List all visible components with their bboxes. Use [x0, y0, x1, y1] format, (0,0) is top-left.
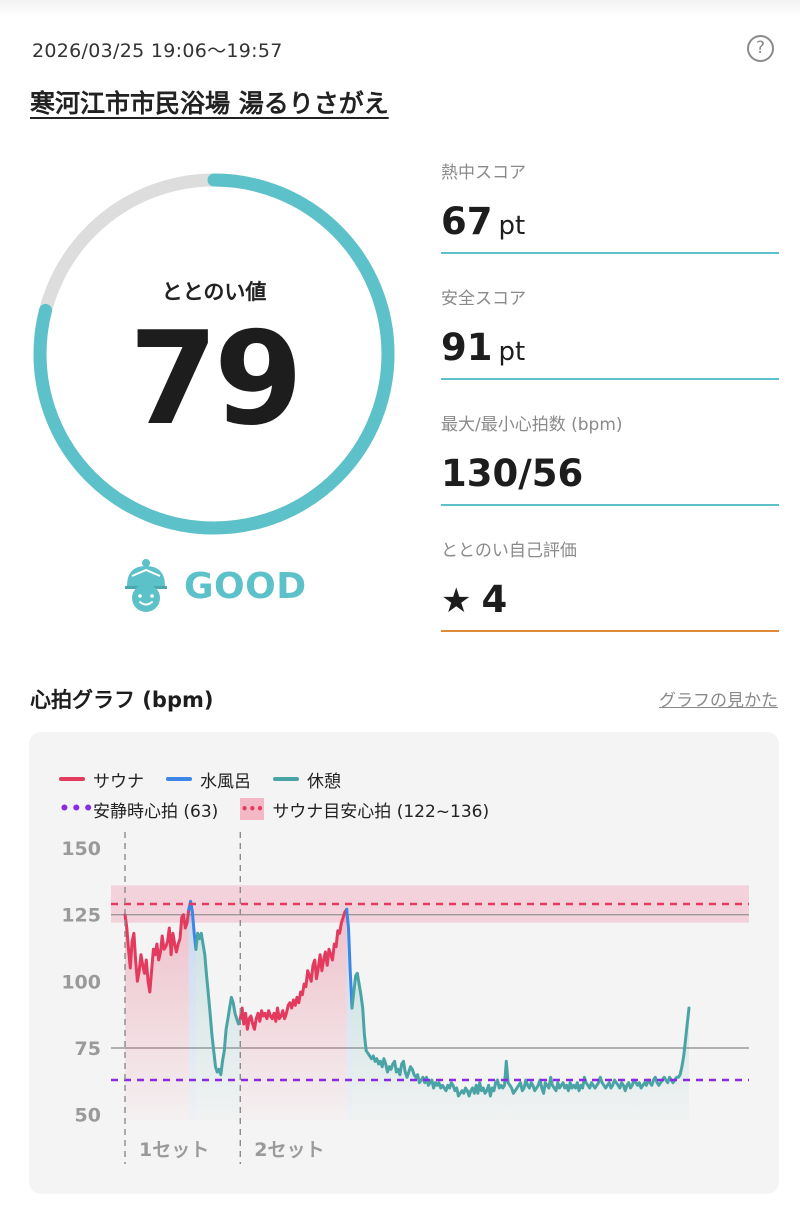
question-circle-icon[interactable]: ? [747, 35, 774, 62]
stat-label: ととのい自己評価 [441, 541, 577, 561]
y-tick-label: 75 [75, 1038, 101, 1060]
y-tick-label: 125 [61, 905, 101, 927]
legend-row: サウナ 水風呂 休憩 [59, 764, 511, 794]
totonoi-gauge: ととのい値 79 [26, 166, 402, 542]
sauna-hat-face-icon [125, 559, 167, 612]
heart-rate-chart-card: 50 75 100 125 150 1セット 2セット サウナ 水風呂 休憩 ••• 安静時心… [29, 732, 779, 1194]
top-shadow [0, 0, 800, 18]
stat-value: 67 pt [441, 200, 525, 243]
legend-label: 水風呂 [200, 771, 251, 792]
legend-swatch [59, 777, 85, 781]
chart-legend: サウナ 水風呂 休憩 ••• 安静時心拍 (63) ••• サウナ目安心拍 (122… [59, 764, 511, 824]
stat-number: 67 [441, 200, 493, 243]
stat-self-rating: ととのい自己評価 ★ 4 [441, 526, 779, 652]
legend-swatch [166, 777, 192, 781]
stat-safety-score: 安全スコア 91 pt [441, 274, 779, 400]
totonoi-label: ととのい値 [161, 280, 267, 304]
y-tick-label: 150 [61, 838, 101, 860]
legend-rest: 休憩 [273, 767, 341, 792]
star-icon: ★ [441, 581, 472, 621]
legend-sauna-target: ••• サウナ目安心拍 (122~136) [240, 797, 489, 822]
stat-divider [441, 504, 779, 506]
stat-heat-score: 熱中スコア 67 pt [441, 148, 779, 274]
legend-label: サウナ [93, 771, 144, 792]
legend-label: 安静時心拍 (63) [93, 801, 219, 822]
rating-row: GOOD [122, 558, 307, 614]
stat-divider [441, 630, 779, 632]
set-label: 1セット [139, 1139, 209, 1161]
series-area [195, 933, 241, 1120]
stat-unit: pt [498, 211, 526, 241]
stat-value: ★ 4 [441, 578, 507, 621]
stat-label: 熱中スコア [441, 163, 526, 183]
facility-name-link[interactable]: 寒河江市市民浴場 湯るりさがえ [30, 84, 389, 120]
legend-swatch [273, 777, 299, 781]
stat-number: 130/56 [441, 452, 584, 495]
stat-value: 91 pt [441, 326, 525, 369]
stat-divider [441, 378, 779, 380]
heart-rate-graph-title: 心拍グラフ (bpm) [30, 688, 214, 712]
legend-sauna: サウナ [59, 767, 144, 792]
legend-water-bath: 水風呂 [166, 767, 251, 792]
set-label: 2セット [254, 1139, 324, 1161]
legend-resting-hr: ••• 安静時心拍 (63) [59, 797, 218, 822]
stat-heart-rate-range: 最大/最小心拍数 (bpm) 130/56 [441, 400, 779, 526]
legend-label: サウナ目安心拍 (122~136) [272, 801, 490, 822]
legend-swatch: ••• [59, 798, 95, 819]
y-tick-label: 100 [61, 971, 101, 993]
rating-text: GOOD [184, 565, 307, 607]
stat-label: 最大/最小心拍数 (bpm) [441, 415, 623, 435]
legend-row: ••• 安静時心拍 (63) ••• サウナ目安心拍 (122~136) [59, 794, 511, 824]
stats-panel: 熱中スコア 67 pt 安全スコア 91 pt 最大/最小心拍数 (bpm) 130… [441, 148, 779, 652]
stat-unit: pt [498, 337, 526, 367]
session-datetime: 2026/03/25 19:06～19:57 [32, 40, 283, 62]
legend-swatch: ••• [240, 798, 265, 820]
stat-divider [441, 252, 779, 254]
legend-label: 休憩 [307, 771, 341, 792]
stat-number: 91 [441, 326, 493, 369]
stat-value: 130/56 [441, 452, 583, 495]
y-tick-label: 50 [75, 1105, 101, 1127]
stat-number: 4 [481, 578, 508, 621]
series-area [352, 973, 689, 1120]
totonoi-value: 79 [128, 305, 303, 454]
graph-guide-link[interactable]: グラフの見かた [659, 686, 778, 711]
stat-label: 安全スコア [441, 289, 526, 309]
